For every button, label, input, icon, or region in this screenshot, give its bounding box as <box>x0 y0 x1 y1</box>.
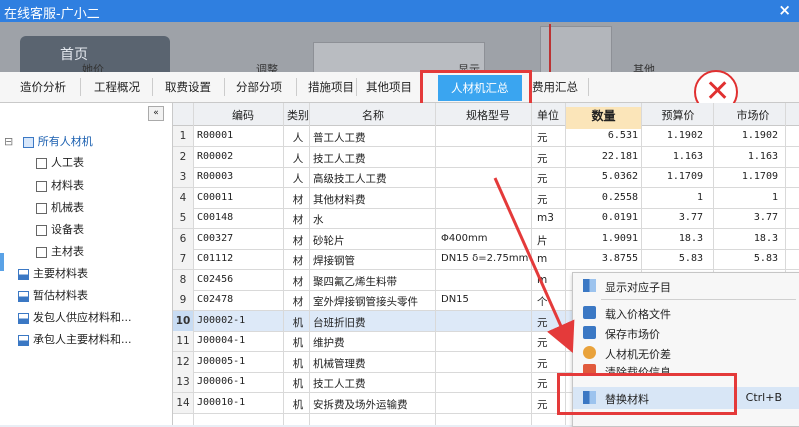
arrow-to-menu <box>493 177 575 353</box>
annotation-arrows <box>493 177 575 353</box>
